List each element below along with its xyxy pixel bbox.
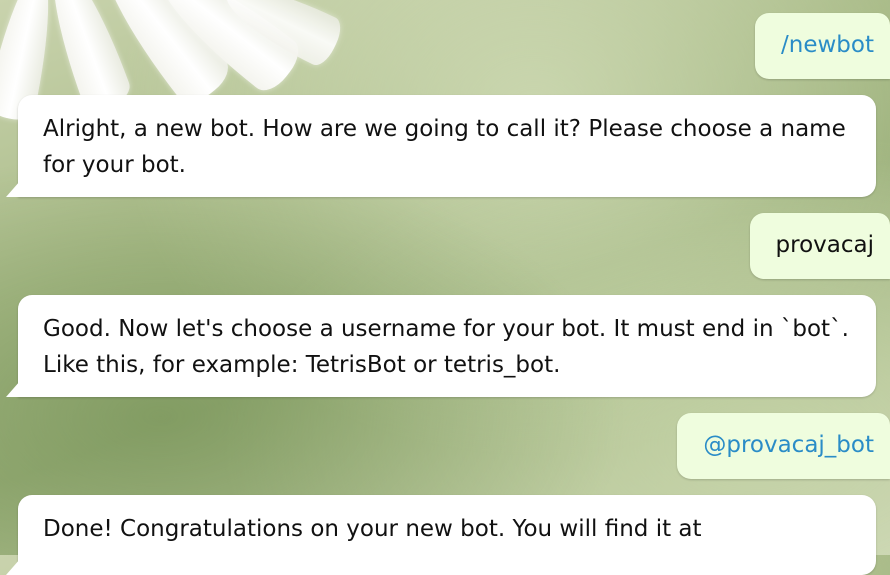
- message-outgoing[interactable]: /newbot: [755, 13, 890, 79]
- message-text: Done! Congratulations on your new bot. Y…: [43, 516, 702, 542]
- bot-command-link[interactable]: /newbot: [781, 32, 874, 58]
- message-outgoing[interactable]: @provacaj_bot: [677, 413, 890, 479]
- message-outgoing[interactable]: provacaj: [749, 213, 890, 279]
- message-incoming[interactable]: Done! Congratulations on your new bot. Y…: [18, 495, 876, 575]
- message-incoming[interactable]: Good. Now let's choose a username for yo…: [18, 295, 876, 397]
- message-text: Alright, a new bot. How are we going to …: [43, 116, 846, 178]
- message-text: Good. Now let's choose a username for yo…: [43, 316, 849, 378]
- message-incoming[interactable]: Alright, a new bot. How are we going to …: [18, 95, 876, 197]
- message-text: provacaj: [775, 232, 874, 258]
- username-mention-link[interactable]: @provacaj_bot: [703, 432, 874, 458]
